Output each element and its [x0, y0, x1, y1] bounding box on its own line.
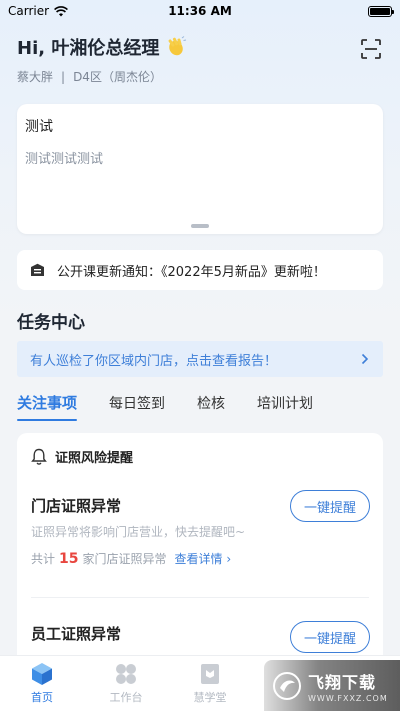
status-bar: Carrier 11:36 AM — [0, 0, 400, 22]
tab-focus-items[interactable]: 关注事项 — [17, 391, 78, 421]
user-header: Hi, 叶湘伦总经理 蔡大胖 | D4区（周杰伦） — [17, 34, 187, 85]
status-left: Carrier — [8, 4, 69, 18]
user-subline: 蔡大胖 | D4区（周杰伦） — [17, 68, 187, 85]
task-tabs: 关注事项 每日签到 检核 培训计划 — [17, 391, 383, 423]
notice-text: 公开课更新通知：《2022年5月新品》更新啦！ — [57, 264, 326, 280]
tabbar-home-label: 首页 — [31, 691, 53, 704]
store-remind-button[interactable]: 一键提醒 — [290, 490, 370, 522]
count-prefix: 共计 — [31, 552, 56, 566]
user-name: 蔡大胖 — [17, 70, 54, 84]
test-card-title: 测试 — [25, 119, 53, 135]
watermark-main: 飞翔下载 — [308, 672, 377, 692]
scan-icon — [361, 39, 381, 59]
tab-inspection[interactable]: 检核 — [197, 391, 225, 413]
home-cube-icon — [32, 663, 52, 685]
watermark-text: 飞翔下载 WWW.FXXZ.COM — [308, 669, 388, 703]
task-center-title: 任务中心 — [17, 313, 85, 333]
count-suffix: 家门店证照异常 — [82, 552, 167, 566]
watermark-sub: WWW.FXXZ.COM — [308, 693, 388, 703]
notice-icon — [31, 263, 44, 276]
tab-daily-checkin[interactable]: 每日签到 — [109, 391, 165, 413]
wifi-icon — [54, 5, 69, 16]
status-time: 11:36 AM — [168, 4, 232, 18]
view-details-link[interactable]: 查看详情 › — [175, 550, 232, 567]
tabbar-academy-label: 慧学堂 — [193, 691, 227, 704]
test-card-body: 测试测试测试 — [25, 152, 104, 167]
book-icon — [201, 664, 219, 684]
bell-icon — [31, 448, 47, 465]
store-license-desc: 证照异常将影响门店营业，快去提醒吧~ — [31, 525, 246, 539]
test-card[interactable]: 测试 测试测试测试 — [17, 104, 383, 234]
scan-button[interactable] — [360, 38, 382, 60]
risk-header: 证照风险提醒 — [31, 447, 133, 466]
staff-license-title: 员工证照异常 — [31, 625, 122, 643]
tabbar-workbench[interactable]: 工作台 — [84, 656, 168, 711]
tabbar-workbench-label: 工作台 — [109, 691, 143, 704]
waving-hand-icon — [168, 36, 187, 56]
greeting-text: Hi, 叶湘伦总经理 — [17, 38, 160, 59]
inspection-banner[interactable]: 有人巡检了你区域内门店，点击查看报告！ — [17, 341, 383, 377]
tab-training-plan[interactable]: 培训计划 — [257, 391, 313, 413]
subline-separator: | — [61, 69, 66, 84]
risk-header-label: 证照风险提醒 — [55, 451, 134, 466]
item-divider — [31, 597, 369, 598]
banner-text: 有人巡检了你区域内门店，点击查看报告！ — [30, 353, 278, 369]
greeting: Hi, 叶湘伦总经理 — [17, 34, 187, 60]
count-number: 15 — [59, 551, 79, 567]
chevron-right-icon — [361, 353, 369, 365]
card-drag-handle[interactable] — [191, 224, 209, 228]
workbench-icon — [116, 664, 136, 684]
store-license-count: 共计 15 家门店证照异常 查看详情 › — [31, 550, 231, 567]
tabbar-home[interactable]: 首页 — [0, 656, 84, 711]
battery-icon — [368, 5, 394, 17]
tabbar-academy[interactable]: 慧学堂 — [168, 656, 252, 711]
watermark-logo — [273, 671, 301, 700]
site-watermark: 飞翔下载 WWW.FXXZ.COM — [264, 660, 400, 711]
store-license-title: 门店证照异常 — [31, 497, 122, 515]
user-region: D4区（周杰伦） — [73, 70, 162, 84]
carrier-label: Carrier — [8, 4, 50, 18]
course-notice[interactable]: 公开课更新通知：《2022年5月新品》更新啦！ — [17, 250, 383, 290]
license-risk-card: 证照风险提醒 门店证照异常 证照异常将影响门店营业，快去提醒吧~ 共计 15 家… — [17, 433, 383, 673]
staff-remind-button[interactable]: 一键提醒 — [290, 621, 370, 653]
